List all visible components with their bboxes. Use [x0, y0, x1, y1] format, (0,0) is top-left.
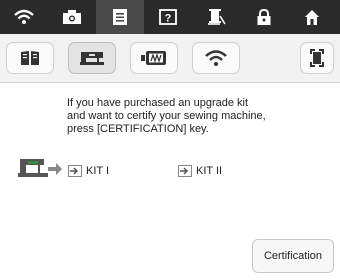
message-line: and want to certify your sewing machine, — [67, 110, 266, 122]
subtab-network[interactable] — [192, 42, 240, 74]
document-icon — [113, 9, 127, 25]
book-icon — [21, 51, 39, 65]
lock-icon — [257, 9, 271, 25]
wifi-icon — [205, 50, 227, 66]
kit-2-label: KIT II — [196, 165, 223, 177]
certification-button[interactable]: Certification — [252, 239, 334, 273]
subtab-embroidery[interactable] — [130, 42, 178, 74]
tab-wireless[interactable] — [0, 0, 48, 34]
tab-thread[interactable] — [192, 0, 240, 34]
embroidery-frame-icon — [141, 51, 166, 65]
tab-camera[interactable] — [48, 0, 96, 34]
tab-home[interactable] — [288, 0, 336, 34]
thread-spool-icon — [208, 9, 226, 25]
kit-2-status: KIT II — [178, 165, 222, 177]
message-line: press [CERTIFICATION] key. — [67, 123, 209, 135]
upgrade-instructions: If you have purchased an upgrade kit and… — [67, 97, 307, 136]
subtab-expand[interactable] — [300, 42, 334, 74]
expand-icon — [310, 49, 324, 67]
top-toolbar: ? — [0, 0, 340, 34]
tab-document[interactable] — [96, 0, 144, 34]
wifi-icon — [14, 9, 34, 24]
tab-help[interactable]: ? — [144, 0, 192, 34]
tab-lock[interactable] — [240, 0, 288, 34]
message-line: If you have purchased an upgrade kit — [67, 97, 249, 109]
kit-1-status: KIT I — [68, 165, 109, 177]
svg-text:?: ? — [165, 13, 172, 25]
certification-panel: If you have purchased an upgrade kit and… — [0, 83, 340, 280]
sewing-machine-icon — [80, 52, 104, 65]
machine-upgrade-icon — [18, 159, 62, 177]
subtab-machine[interactable] — [68, 42, 116, 74]
settings-category-bar — [0, 34, 340, 83]
kit-1-label: KIT I — [86, 165, 110, 177]
upgrade-arrow-icon — [178, 165, 192, 177]
home-icon — [305, 10, 319, 25]
upgrade-arrow-icon — [68, 165, 82, 177]
help-icon: ? — [159, 9, 177, 25]
subtab-general[interactable] — [6, 42, 54, 74]
camera-icon — [63, 10, 81, 24]
